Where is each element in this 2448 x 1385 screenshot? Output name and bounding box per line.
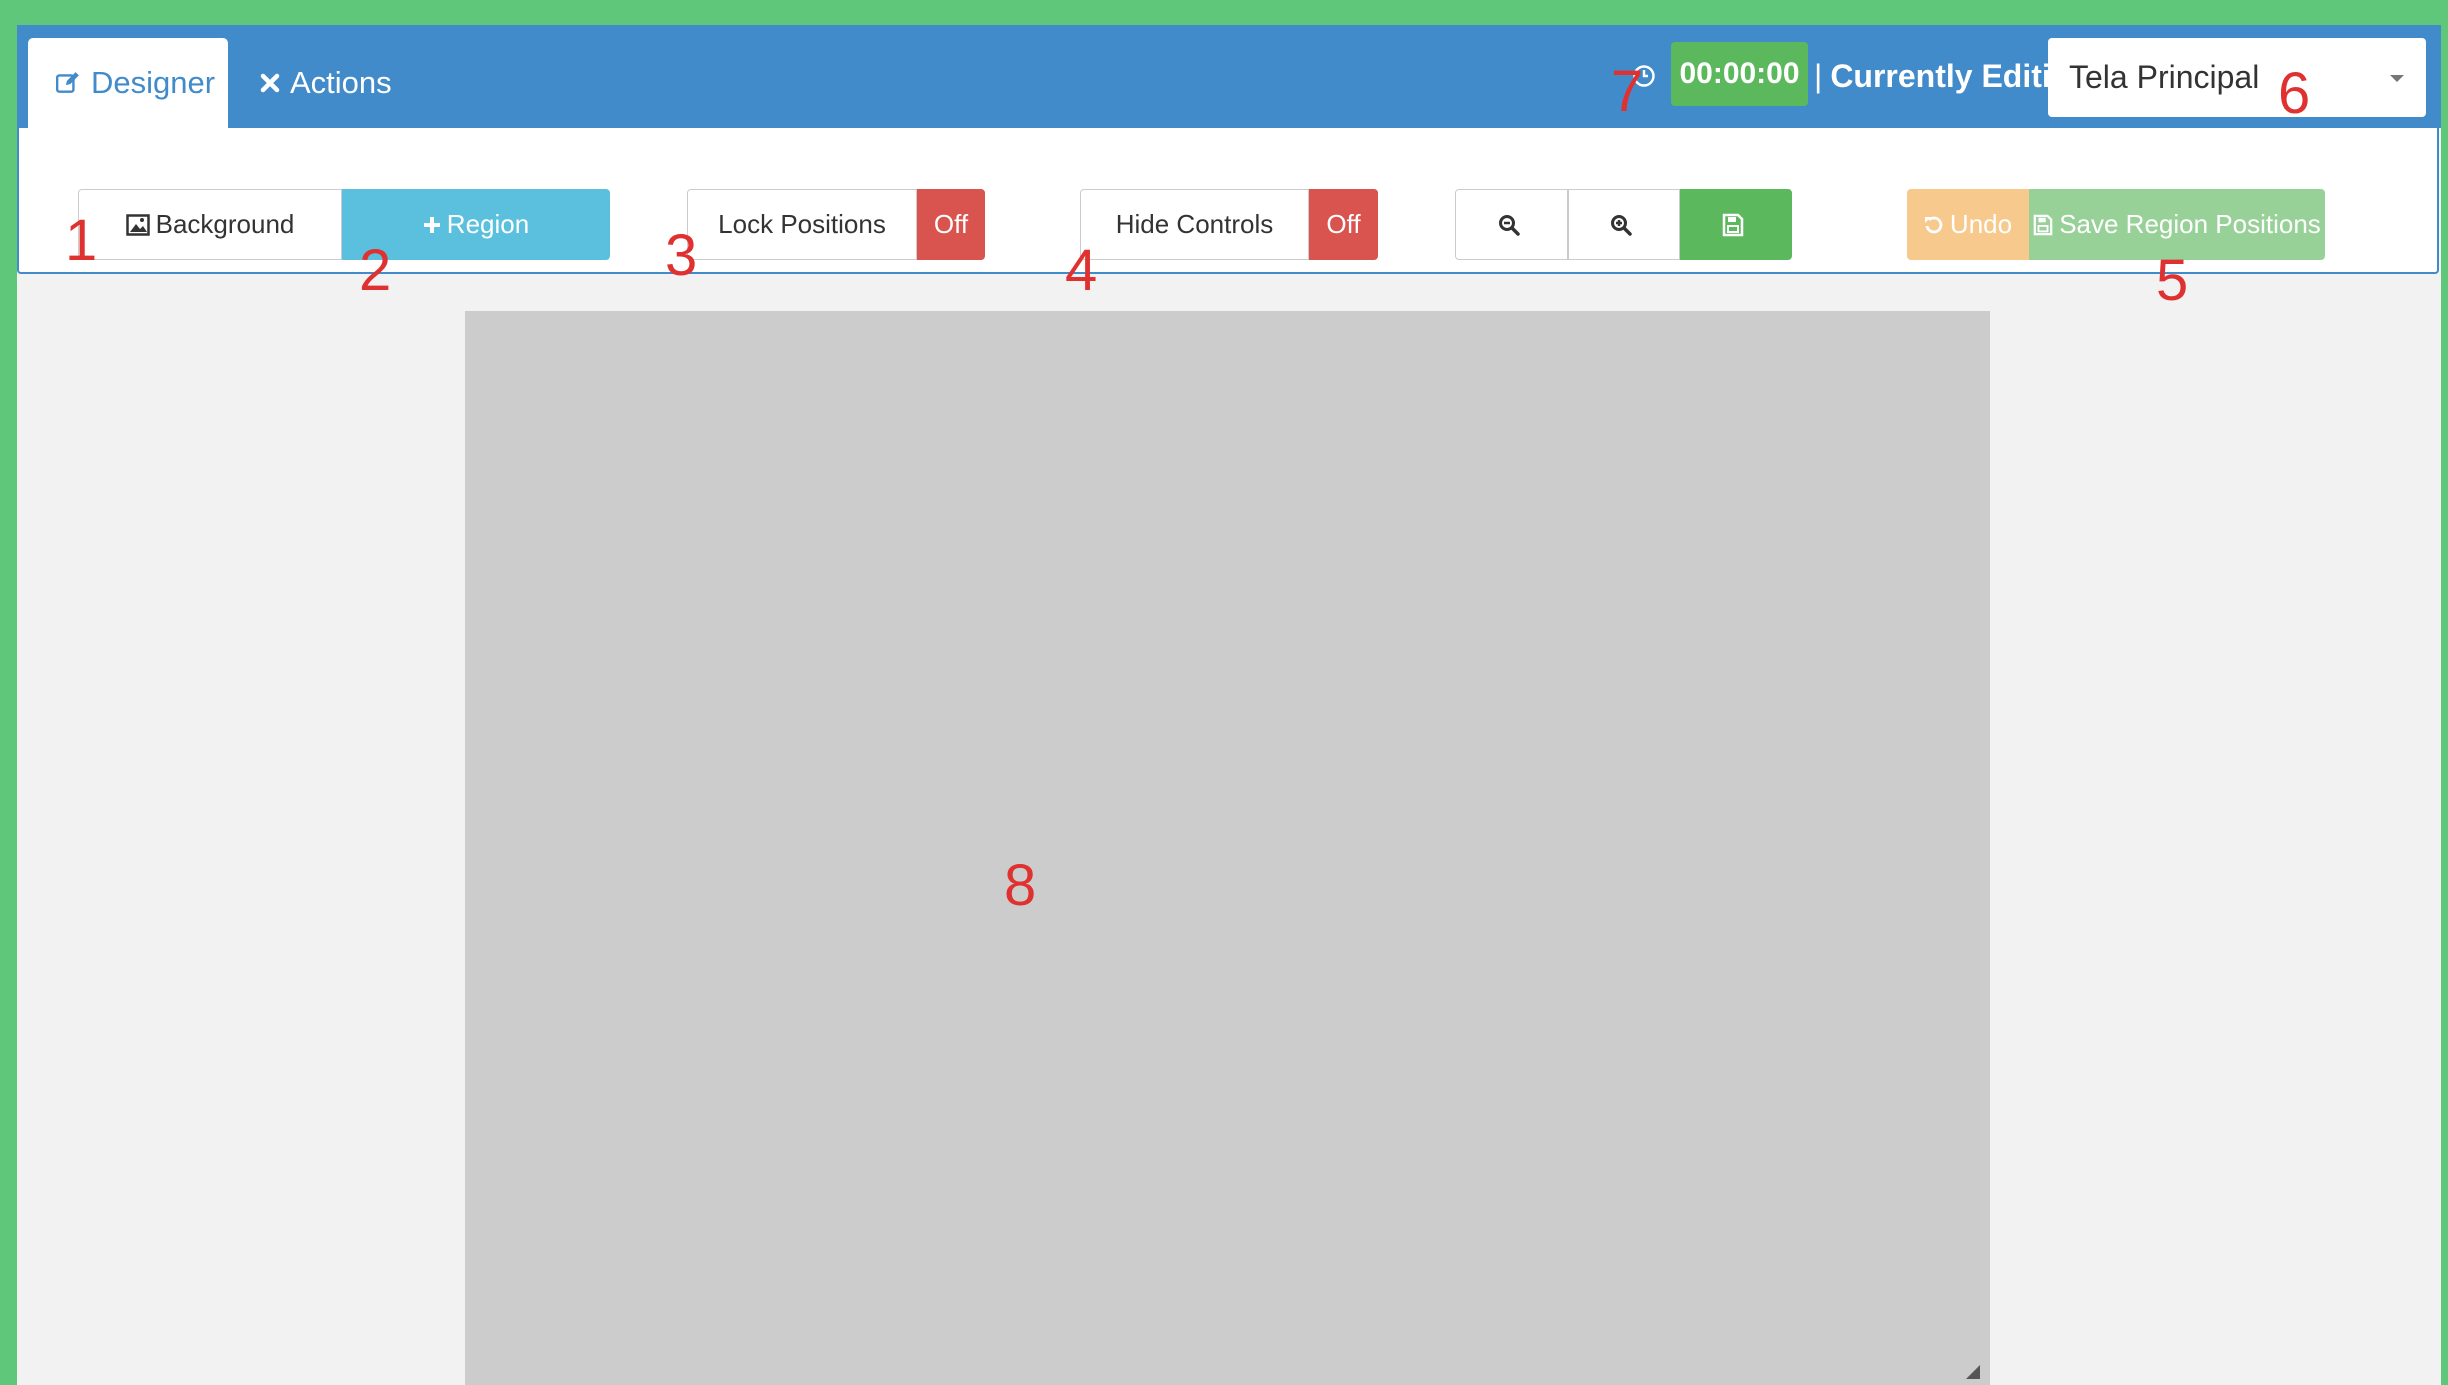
timer-badge: 00:00:00 [1671, 42, 1808, 106]
hide-controls-button[interactable]: Hide Controls [1080, 189, 1309, 260]
screen-select-value: Tela Principal [2069, 59, 2260, 95]
zoom-out-icon [1498, 214, 1520, 236]
hide-controls-label: Hide Controls [1115, 209, 1274, 239]
image-icon [125, 213, 150, 236]
annotation-2: 2 [359, 238, 392, 303]
zoom-in-button[interactable] [1568, 189, 1680, 260]
annotation-3: 3 [665, 223, 698, 288]
undo-button-label: Undo [1949, 209, 2013, 239]
background-button-label: Background [155, 209, 295, 239]
save-region-positions-label: Save Region Positions [2059, 209, 2321, 239]
plus-icon [423, 216, 440, 233]
lock-positions-label: Lock Positions [718, 209, 886, 239]
undo-button[interactable]: Undo [1907, 189, 2029, 260]
annotation-4: 4 [1065, 238, 1098, 303]
background-button[interactable]: Background [78, 189, 342, 260]
pencil-square-icon [55, 72, 79, 93]
hide-controls-state: Off [1326, 209, 1361, 239]
add-region-button-label: Region [446, 209, 530, 239]
header-bar: Designer Actions 00:00:00 | Currently Ed… [17, 25, 2441, 128]
close-icon [260, 73, 280, 93]
undo-icon [1924, 216, 1943, 233]
caret-down-icon [2390, 75, 2404, 82]
tab-actions-label: Actions [290, 65, 392, 100]
annotation-8: 8 [1004, 853, 1037, 918]
resize-handle-icon[interactable] [1966, 1365, 1980, 1379]
hide-controls-toggle[interactable]: Off [1309, 189, 1378, 260]
tab-actions[interactable]: Actions [260, 38, 410, 128]
save-button[interactable] [1680, 189, 1792, 260]
annotation-7: 7 [1611, 59, 1644, 124]
annotation-5: 5 [2156, 248, 2189, 313]
zoom-in-icon [1611, 214, 1632, 236]
layout-canvas[interactable] [465, 311, 1990, 1385]
app-window: Designer Actions 00:00:00 | Currently Ed… [17, 25, 2441, 1385]
save-icon [2033, 214, 2053, 235]
lock-positions-state: Off [933, 209, 969, 239]
tab-designer-label: Designer [91, 65, 216, 100]
save-icon [1722, 213, 1744, 236]
annotation-1: 1 [65, 208, 98, 273]
header-separator: | [1814, 57, 1823, 94]
lock-positions-toggle[interactable]: Off [917, 189, 985, 260]
annotation-6: 6 [2278, 61, 2311, 126]
zoom-out-button[interactable] [1455, 189, 1568, 260]
lock-positions-button[interactable]: Lock Positions [687, 189, 917, 260]
screen-select[interactable]: Tela Principal [2048, 38, 2426, 117]
tab-designer[interactable]: Designer [28, 38, 228, 128]
